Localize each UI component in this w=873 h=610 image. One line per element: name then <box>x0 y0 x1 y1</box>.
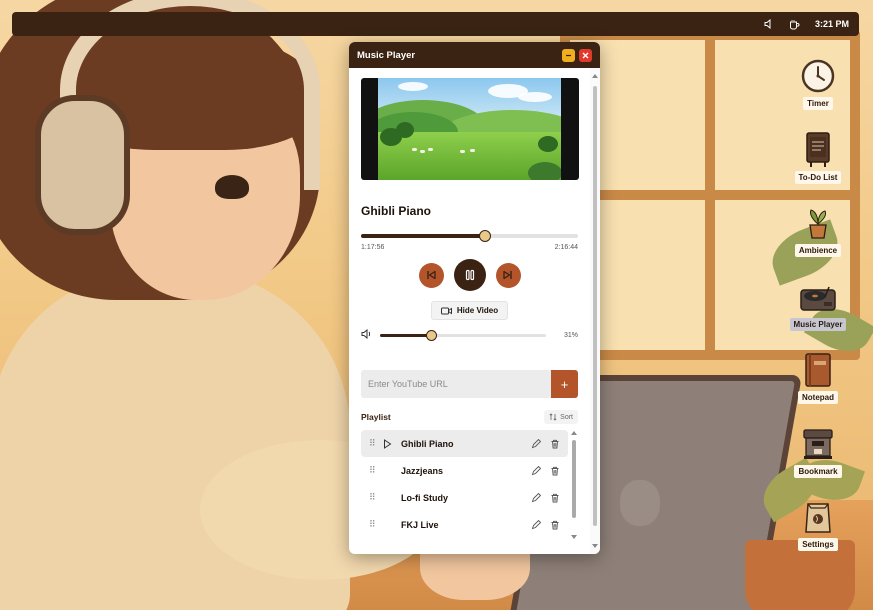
desktop-icon-music-player[interactable]: Music Player <box>788 279 848 353</box>
volume-icon[interactable] <box>361 326 372 344</box>
elapsed-time: 1:17:56 <box>361 244 385 251</box>
progress-handle[interactable] <box>478 230 491 242</box>
trash-icon[interactable] <box>549 519 560 530</box>
desktop-icon-notepad[interactable]: Notepad <box>788 352 848 426</box>
coffee-bag-icon <box>800 499 836 535</box>
window-title-bar[interactable]: Music Player <box>349 42 600 68</box>
edit-icon[interactable] <box>530 438 541 449</box>
youtube-url-input[interactable] <box>361 370 551 398</box>
skip-next-icon <box>503 270 512 280</box>
play-icon[interactable] <box>383 438 397 449</box>
sort-label: Sort <box>560 413 573 421</box>
pause-button[interactable] <box>453 259 486 291</box>
espresso-machine-icon <box>800 426 836 462</box>
speaker-icon[interactable] <box>763 18 775 30</box>
desktop-icon-column: Timer To-Do List Ambience Music Player N… <box>788 58 848 573</box>
skip-previous-icon <box>427 270 436 280</box>
video-player[interactable] <box>361 78 579 180</box>
playlist-item[interactable]: ⠿ Ghibli Piano <box>361 430 568 457</box>
playlist: ⠿ Ghibli Piano ⠿ Jazzjeans ⠿ Lo-fi Study… <box>361 430 578 540</box>
desktop-icon-todo-list[interactable]: To-Do List <box>788 131 848 206</box>
laptop-logo <box>620 480 660 526</box>
drag-handle-icon[interactable]: ⠿ <box>369 438 376 449</box>
total-duration: 2:16:44 <box>554 244 578 251</box>
desktop-icon-label: Ambience <box>794 244 842 257</box>
volume-handle[interactable] <box>425 329 437 341</box>
playlist-item-title: Jazzjeans <box>401 465 444 476</box>
headphone-cup <box>35 95 130 235</box>
playlist-item-title: Ghibli Piano <box>401 438 454 449</box>
top-bar: 3:21 PM <box>12 12 859 36</box>
hide-video-label: Hide Video <box>456 306 499 315</box>
music-player-window: Music Player Ghibli Piano 1:17:56 2:16:4… <box>349 42 600 554</box>
progress-fill <box>361 234 485 238</box>
playlist-item[interactable]: ⠿ Jazzjeans <box>361 457 568 484</box>
clock-time[interactable]: 3:21 PM <box>815 19 849 29</box>
previous-button[interactable] <box>418 262 444 288</box>
trash-icon[interactable] <box>549 492 560 503</box>
desktop-icon-settings[interactable]: Settings <box>788 499 848 573</box>
add-url-button[interactable]: + <box>551 370 578 398</box>
close-button[interactable] <box>579 48 592 62</box>
turntable-icon <box>800 279 836 315</box>
next-button[interactable] <box>495 262 521 288</box>
playlist-title: Playlist <box>361 412 391 422</box>
scroll-down-arrow[interactable] <box>592 544 598 548</box>
playlist-scrollbar[interactable] <box>570 430 578 540</box>
notebook-icon <box>800 352 836 388</box>
potted-plant-icon <box>800 205 836 241</box>
desktop-icon-bookmark[interactable]: Bookmark <box>788 426 848 500</box>
scroll-up-arrow[interactable] <box>592 74 598 78</box>
trash-icon[interactable] <box>549 465 560 476</box>
hide-video-button[interactable]: Hide Video <box>431 301 508 320</box>
youtube-url-row: + <box>361 370 578 398</box>
clock-icon <box>800 58 836 94</box>
video-thumbnail <box>378 78 561 180</box>
playlist-item-title: FKJ Live <box>401 519 439 530</box>
time-row: 1:17:56 2:16:44 <box>361 244 578 251</box>
scroll-down-arrow[interactable] <box>571 535 577 539</box>
edit-icon[interactable] <box>530 465 541 476</box>
volume-slider[interactable] <box>380 329 546 341</box>
now-playing-title: Ghibli Piano <box>361 204 432 218</box>
close-icon <box>582 52 589 58</box>
playlist-item[interactable]: ⠿ Lo-fi Study <box>361 484 568 511</box>
edit-icon[interactable] <box>530 519 541 530</box>
drag-handle-icon[interactable]: ⠿ <box>369 492 376 503</box>
sort-button[interactable]: Sort <box>544 410 578 424</box>
scrollbar-thumb[interactable] <box>572 440 576 518</box>
desktop-icon-label: Bookmark <box>794 464 842 478</box>
desktop-icon-label: To-Do List <box>794 170 842 184</box>
playlist-header: Playlist Sort <box>361 410 578 424</box>
minimize-button[interactable] <box>562 48 575 62</box>
scroll-up-arrow[interactable] <box>571 431 577 435</box>
volume-percent: 31% <box>563 331 578 339</box>
volume-row: 31% <box>361 326 578 344</box>
desktop-icon-timer[interactable]: Timer <box>788 58 848 132</box>
window-title: Music Player <box>357 49 416 61</box>
progress-bar[interactable] <box>361 230 578 242</box>
desktop-icon-label: Timer <box>803 97 833 110</box>
pause-icon <box>465 269 474 281</box>
playlist-item[interactable]: ⠿ FKJ Live <box>361 511 568 538</box>
playlist-items: ⠿ Ghibli Piano ⠿ Jazzjeans ⠿ Lo-fi Study… <box>361 430 568 538</box>
menu-board-icon <box>800 131 836 168</box>
trash-icon[interactable] <box>549 438 560 449</box>
volume-fill <box>380 333 432 337</box>
drag-handle-icon[interactable]: ⠿ <box>369 465 376 476</box>
window-scrollbar[interactable] <box>590 68 600 554</box>
playback-controls <box>361 259 578 291</box>
desktop-icon-label: Music Player <box>789 317 847 331</box>
player-body: Ghibli Piano 1:17:56 2:16:44 Hide Video <box>349 68 590 554</box>
scrollbar-thumb[interactable] <box>593 86 597 526</box>
desktop-icon-label: Settings <box>798 538 838 551</box>
desktop-icon-label: Notepad <box>798 391 838 404</box>
drag-handle-icon[interactable]: ⠿ <box>369 519 376 530</box>
playlist-item-title: Lo-fi Study <box>401 492 448 503</box>
edit-icon[interactable] <box>530 492 541 503</box>
sort-icon <box>549 413 557 421</box>
desktop-icon-ambience[interactable]: Ambience <box>788 205 848 279</box>
coffee-cup-icon[interactable] <box>789 18 801 30</box>
video-camera-icon <box>440 307 452 314</box>
